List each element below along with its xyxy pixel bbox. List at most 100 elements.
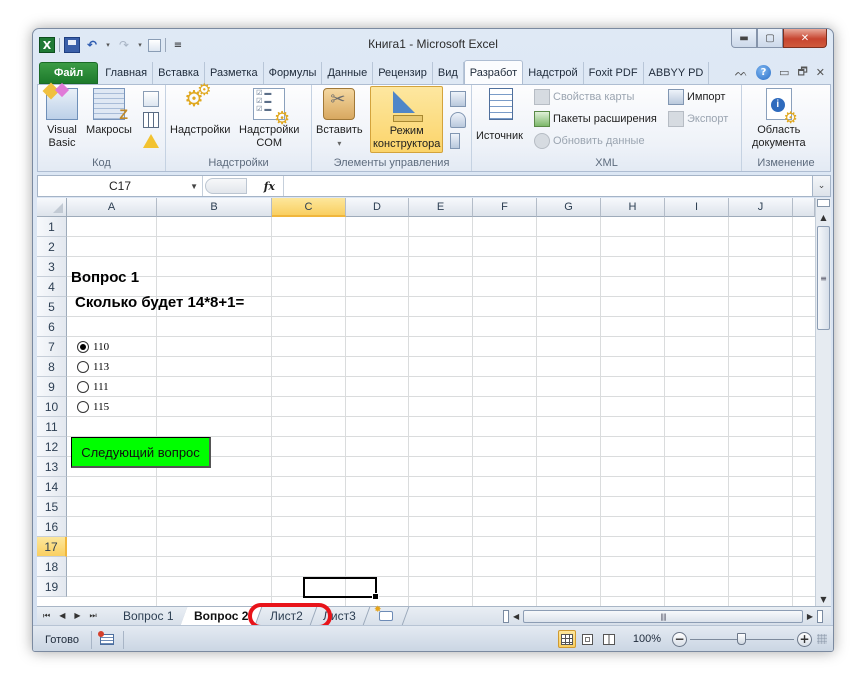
help-icon[interactable]: ? <box>756 65 772 80</box>
row-header-19[interactable]: 19 <box>37 577 67 597</box>
export-button[interactable]: Экспорт <box>668 111 728 127</box>
row-header-2[interactable]: 2 <box>37 237 67 257</box>
relative-references-icon[interactable] <box>143 112 159 128</box>
row-header-13[interactable]: 13 <box>37 457 67 477</box>
macro-security-icon[interactable] <box>143 134 159 148</box>
tab-page-layout[interactable]: Разметка <box>205 62 264 84</box>
row-header-14[interactable]: 14 <box>37 477 67 497</box>
zoom-slider[interactable] <box>690 632 794 647</box>
vertical-scroll-thumb[interactable]: ≡ <box>817 226 830 330</box>
insert-function-icon[interactable]: fx <box>264 180 275 193</box>
scroll-left-icon[interactable]: ◀ <box>513 612 519 621</box>
column-header-f[interactable]: F <box>473 198 537 217</box>
row-header-16[interactable]: 16 <box>37 517 67 537</box>
column-header-g[interactable]: G <box>537 198 601 217</box>
com-addins-button[interactable]: Надстройки COM <box>239 88 299 150</box>
last-sheet-icon[interactable]: ⏭ <box>90 611 97 621</box>
column-header-h[interactable]: H <box>601 198 665 217</box>
workbook-close-icon[interactable]: ✕ <box>816 66 825 79</box>
row-header-7[interactable]: 7 <box>37 337 67 357</box>
sheet-tab-sheet3[interactable]: Лист3 <box>310 607 371 625</box>
scroll-right-icon[interactable]: ▶ <box>807 612 813 621</box>
horizontal-scrollbar[interactable]: ◀ |||| ▶ <box>503 609 823 624</box>
restore-button[interactable]: ▢ <box>757 29 783 48</box>
formula-input[interactable] <box>284 176 812 196</box>
tab-view[interactable]: Вид <box>433 62 464 84</box>
minimize-button[interactable]: ▬ <box>731 29 757 48</box>
record-macro-status-button[interactable] <box>92 630 124 649</box>
next-sheet-icon[interactable]: ▶ <box>74 611 80 621</box>
insert-sheet-tab[interactable] <box>363 607 410 625</box>
horizontal-split-handle[interactable] <box>503 610 509 623</box>
design-mode-button[interactable]: Режим конструктора <box>370 86 444 153</box>
map-properties-button[interactable]: Свойства карты <box>534 89 634 105</box>
record-macro-icon[interactable] <box>143 91 159 107</box>
page-break-view-button[interactable] <box>600 630 618 648</box>
tab-developer[interactable]: Разработ <box>463 60 524 84</box>
refresh-data-button[interactable]: Обновить данные <box>534 133 645 149</box>
page-layout-view-button[interactable] <box>579 630 597 648</box>
close-button[interactable]: ✕ <box>783 29 827 48</box>
scroll-down-icon[interactable]: ▼ <box>816 592 831 606</box>
collapse-ribbon-icon[interactable]: ᨓ <box>735 66 748 80</box>
column-header-e[interactable]: E <box>409 198 473 217</box>
tab-home[interactable]: Главная <box>100 62 154 84</box>
next-question-button[interactable]: Следующий вопрос <box>71 437 211 468</box>
column-header-j[interactable]: J <box>729 198 793 217</box>
horizontal-split-handle-right[interactable] <box>817 610 823 623</box>
tab-insert[interactable]: Вставка <box>153 62 206 84</box>
insert-control-button[interactable]: Вставить ▾ <box>316 88 363 150</box>
document-panel-button[interactable]: Область документа <box>752 88 806 150</box>
sheet-tab-sheet2[interactable]: Лист2 <box>256 607 317 625</box>
zoom-slider-thumb[interactable] <box>737 632 746 645</box>
first-sheet-icon[interactable]: ⏮ <box>43 611 50 621</box>
radio-option[interactable]: 115 <box>77 401 109 413</box>
row-header-9[interactable]: 9 <box>37 377 67 397</box>
tab-addins[interactable]: Надстрой <box>523 62 584 84</box>
row-header-18[interactable]: 18 <box>37 557 67 577</box>
tab-foxit-pdf[interactable]: Foxit PDF <box>584 62 644 84</box>
row-header-5[interactable]: 5 <box>37 297 67 317</box>
tab-formulas[interactable]: Формулы <box>264 62 323 84</box>
cell-a2[interactable]: Вопрос 1 <box>71 269 139 286</box>
zoom-out-button[interactable]: − <box>672 631 687 647</box>
radio-option[interactable]: 110 <box>77 341 109 353</box>
workbook-minimize-icon[interactable]: ▭ <box>779 66 789 79</box>
tab-data[interactable]: Данные <box>322 62 374 84</box>
normal-view-button[interactable] <box>557 630 576 648</box>
row-header-4[interactable]: 4 <box>37 277 67 297</box>
row-header-12[interactable]: 12 <box>37 437 67 457</box>
column-header-d[interactable]: D <box>346 198 409 217</box>
tab-file[interactable]: Файл <box>39 62 99 84</box>
column-header-b[interactable]: B <box>157 198 272 217</box>
spreadsheet-grid[interactable]: ABCDEFGHIJ 1 2 3 4 5 6 7 8 9 10 11 12 13 14 15 16 17 18 19… <box>37 198 815 606</box>
expand-formula-bar-icon[interactable]: ⌄ <box>812 176 830 196</box>
select-all-corner[interactable] <box>37 198 67 217</box>
view-code-icon[interactable] <box>450 112 466 128</box>
selected-cell-c17[interactable] <box>303 577 379 600</box>
tab-review[interactable]: Рецензир <box>373 62 433 84</box>
column-header-c[interactable]: C <box>272 198 346 217</box>
source-button[interactable]: Источник <box>476 88 523 143</box>
name-box-dropdown-icon[interactable]: ▼ <box>190 182 198 191</box>
zoom-level[interactable]: 100% <box>633 633 661 645</box>
row-header-3[interactable]: 3 <box>37 257 67 277</box>
column-header-i[interactable]: I <box>665 198 729 217</box>
sheet-tab-question-1[interactable]: Вопрос 1 <box>109 607 188 625</box>
row-header-1[interactable]: 1 <box>37 217 67 237</box>
radio-option[interactable]: 113 <box>77 361 109 373</box>
resize-grip[interactable] <box>817 634 827 644</box>
row-header-6[interactable]: 6 <box>37 317 67 337</box>
workbook-restore-icon[interactable]: 🗗 <box>797 63 807 82</box>
zoom-in-button[interactable]: + <box>797 631 812 647</box>
properties-icon[interactable] <box>450 91 466 107</box>
row-header-11[interactable]: 11 <box>37 417 67 437</box>
row-header-15[interactable]: 15 <box>37 497 67 517</box>
row-header-17[interactable]: 17 <box>37 537 67 557</box>
visual-basic-button[interactable]: Visual Basic <box>46 88 78 150</box>
macros-button[interactable]: Макросы <box>86 88 132 137</box>
horizontal-scroll-thumb[interactable]: |||| <box>523 610 803 623</box>
prev-sheet-icon[interactable]: ◀ <box>59 611 65 621</box>
column-header-a[interactable]: A <box>67 198 157 217</box>
expansion-packs-button[interactable]: Пакеты расширения <box>534 111 657 127</box>
